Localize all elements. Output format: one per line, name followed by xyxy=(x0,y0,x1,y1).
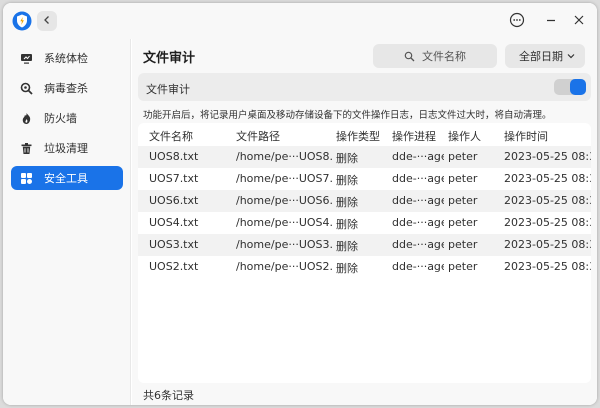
table-row[interactable]: UOS2.txt /home/pe···UOS2.txt 删除 dde-···a… xyxy=(138,256,591,278)
scan-icon xyxy=(19,81,33,95)
menu-circle-icon xyxy=(509,12,525,31)
audit-toggle-row: 文件审计 xyxy=(138,73,591,101)
date-filter-select[interactable]: 全部日期 xyxy=(505,44,585,68)
process-cell: dde-···ager xyxy=(392,172,444,185)
sidebar-item-security-tools[interactable]: 安全工具 xyxy=(11,166,123,190)
operator-cell: peter xyxy=(448,150,478,163)
menu-button[interactable] xyxy=(507,11,527,31)
operator-cell: peter xyxy=(448,238,478,251)
time-cell: 2023-05-25 08:36:23 xyxy=(504,238,591,251)
sidebar-item-firewall[interactable]: 防火墙 xyxy=(11,106,123,130)
column-header[interactable]: 操作时间 xyxy=(504,128,591,144)
sidebar-item-junk-clean[interactable]: 垃圾清理 xyxy=(11,136,123,160)
column-header[interactable]: 操作类型 xyxy=(336,128,386,144)
title-bar xyxy=(3,3,597,39)
sidebar-item-label: 病毒查杀 xyxy=(44,82,88,95)
file-name-cell: UOS3.txt xyxy=(149,238,199,251)
column-header[interactable]: 文件路径 xyxy=(236,128,332,144)
time-cell: 2023-05-25 08:36:23 xyxy=(504,172,591,185)
table-row[interactable]: UOS6.txt /home/pe···UOS6.txt 删除 dde-···a… xyxy=(138,190,591,212)
app-window: 系统体检 病毒查杀 防火墙 垃圾清理 安全工具 文件审计 文件名称 全部日期 文… xyxy=(3,3,597,405)
audit-description: 功能开启后，将记录用户桌面及移动存储设备下的文件操作日志，日志文件过大时，将自动… xyxy=(143,110,552,121)
process-cell: dde-···ager xyxy=(392,216,444,229)
operator-cell: peter xyxy=(448,194,478,207)
chevron-left-icon xyxy=(42,14,52,28)
tools-icon xyxy=(19,171,33,185)
table-row[interactable]: UOS3.txt /home/pe···UOS3.txt 删除 dde-···a… xyxy=(138,234,591,256)
file-path-cell: /home/pe···UOS6.txt xyxy=(236,194,332,207)
close-button[interactable] xyxy=(569,11,589,31)
file-path-cell: /home/pe···UOS7.txt xyxy=(236,172,332,185)
process-cell: dde-···ager xyxy=(392,194,444,207)
close-icon xyxy=(573,14,585,29)
operation-type-cell: 删除 xyxy=(336,196,358,209)
file-name-cell: UOS7.txt xyxy=(149,172,199,185)
date-filter-value: 全部日期 xyxy=(519,50,563,63)
column-header[interactable]: 文件名称 xyxy=(149,128,229,144)
table-row[interactable]: UOS7.txt /home/pe···UOS7.txt 删除 dde-···a… xyxy=(138,168,591,190)
time-cell: 2023-05-25 08:36:23 xyxy=(504,194,591,207)
shield-logo-icon xyxy=(12,11,32,31)
sidebar-item-system-check[interactable]: 系统体检 xyxy=(11,46,123,70)
firewall-icon xyxy=(19,111,33,125)
sidebar-item-label: 安全工具 xyxy=(44,172,88,185)
sidebar-item-label: 垃圾清理 xyxy=(44,142,88,155)
page-title: 文件审计 xyxy=(143,51,196,66)
chevron-down-icon xyxy=(565,50,577,62)
search-input[interactable]: 文件名称 xyxy=(373,44,497,68)
operation-type-cell: 删除 xyxy=(336,152,358,165)
operation-type-cell: 删除 xyxy=(336,218,358,231)
audit-log-table: 文件名称 文件路径 操作类型 操作进程 操作人 操作时间 UOS8.txt /h… xyxy=(138,123,591,383)
process-cell: dde-···ager xyxy=(392,260,444,273)
file-name-cell: UOS8.txt xyxy=(149,150,199,163)
monitor-icon xyxy=(19,51,33,65)
operator-cell: peter xyxy=(448,216,478,229)
sidebar: 系统体检 病毒查杀 防火墙 垃圾清理 安全工具 xyxy=(3,39,131,405)
table-header-row: 文件名称 文件路径 操作类型 操作进程 操作人 操作时间 xyxy=(138,124,591,146)
file-path-cell: /home/pe···UOS4.txt xyxy=(236,216,332,229)
trash-icon xyxy=(19,141,33,155)
operator-cell: peter xyxy=(448,172,478,185)
operator-cell: peter xyxy=(448,260,478,273)
file-name-cell: UOS6.txt xyxy=(149,194,199,207)
search-icon xyxy=(404,50,416,62)
process-cell: dde-···ager xyxy=(392,150,444,163)
file-path-cell: /home/pe···UOS3.txt xyxy=(236,238,332,251)
minimize-icon xyxy=(545,14,557,29)
operation-type-cell: 删除 xyxy=(336,262,358,275)
file-name-cell: UOS4.txt xyxy=(149,216,199,229)
file-path-cell: /home/pe···UOS8.txt xyxy=(236,150,332,163)
sidebar-item-label: 系统体检 xyxy=(44,52,88,65)
process-cell: dde-···ager xyxy=(392,238,444,251)
search-placeholder: 文件名称 xyxy=(422,50,466,63)
audit-toggle-label: 文件审计 xyxy=(146,83,190,96)
operation-type-cell: 删除 xyxy=(336,174,358,187)
main-panel: 文件审计 文件名称 全部日期 文件审计 功能开启后，将记录用户桌面及移动存储设备… xyxy=(132,39,597,405)
file-name-cell: UOS2.txt xyxy=(149,260,199,273)
time-cell: 2023-05-25 08:36:23 xyxy=(504,150,591,163)
operation-type-cell: 删除 xyxy=(336,240,358,253)
record-count: 共6条记录 xyxy=(143,389,194,402)
time-cell: 2023-05-25 08:36:23 xyxy=(504,216,591,229)
audit-toggle-switch[interactable] xyxy=(554,79,586,95)
sidebar-item-virus-scan[interactable]: 病毒查杀 xyxy=(11,76,123,100)
column-header[interactable]: 操作人 xyxy=(448,128,498,144)
minimize-button[interactable] xyxy=(541,11,561,31)
sidebar-item-label: 防火墙 xyxy=(44,112,77,125)
time-cell: 2023-05-25 08:36:23 xyxy=(504,260,591,273)
table-row[interactable]: UOS4.txt /home/pe···UOS4.txt 删除 dde-···a… xyxy=(138,212,591,234)
back-button[interactable] xyxy=(37,11,57,31)
column-header[interactable]: 操作进程 xyxy=(392,128,444,144)
toggle-knob xyxy=(570,79,586,95)
file-path-cell: /home/pe···UOS2.txt xyxy=(236,260,332,273)
table-row[interactable]: UOS8.txt /home/pe···UOS8.txt 删除 dde-···a… xyxy=(138,146,591,168)
